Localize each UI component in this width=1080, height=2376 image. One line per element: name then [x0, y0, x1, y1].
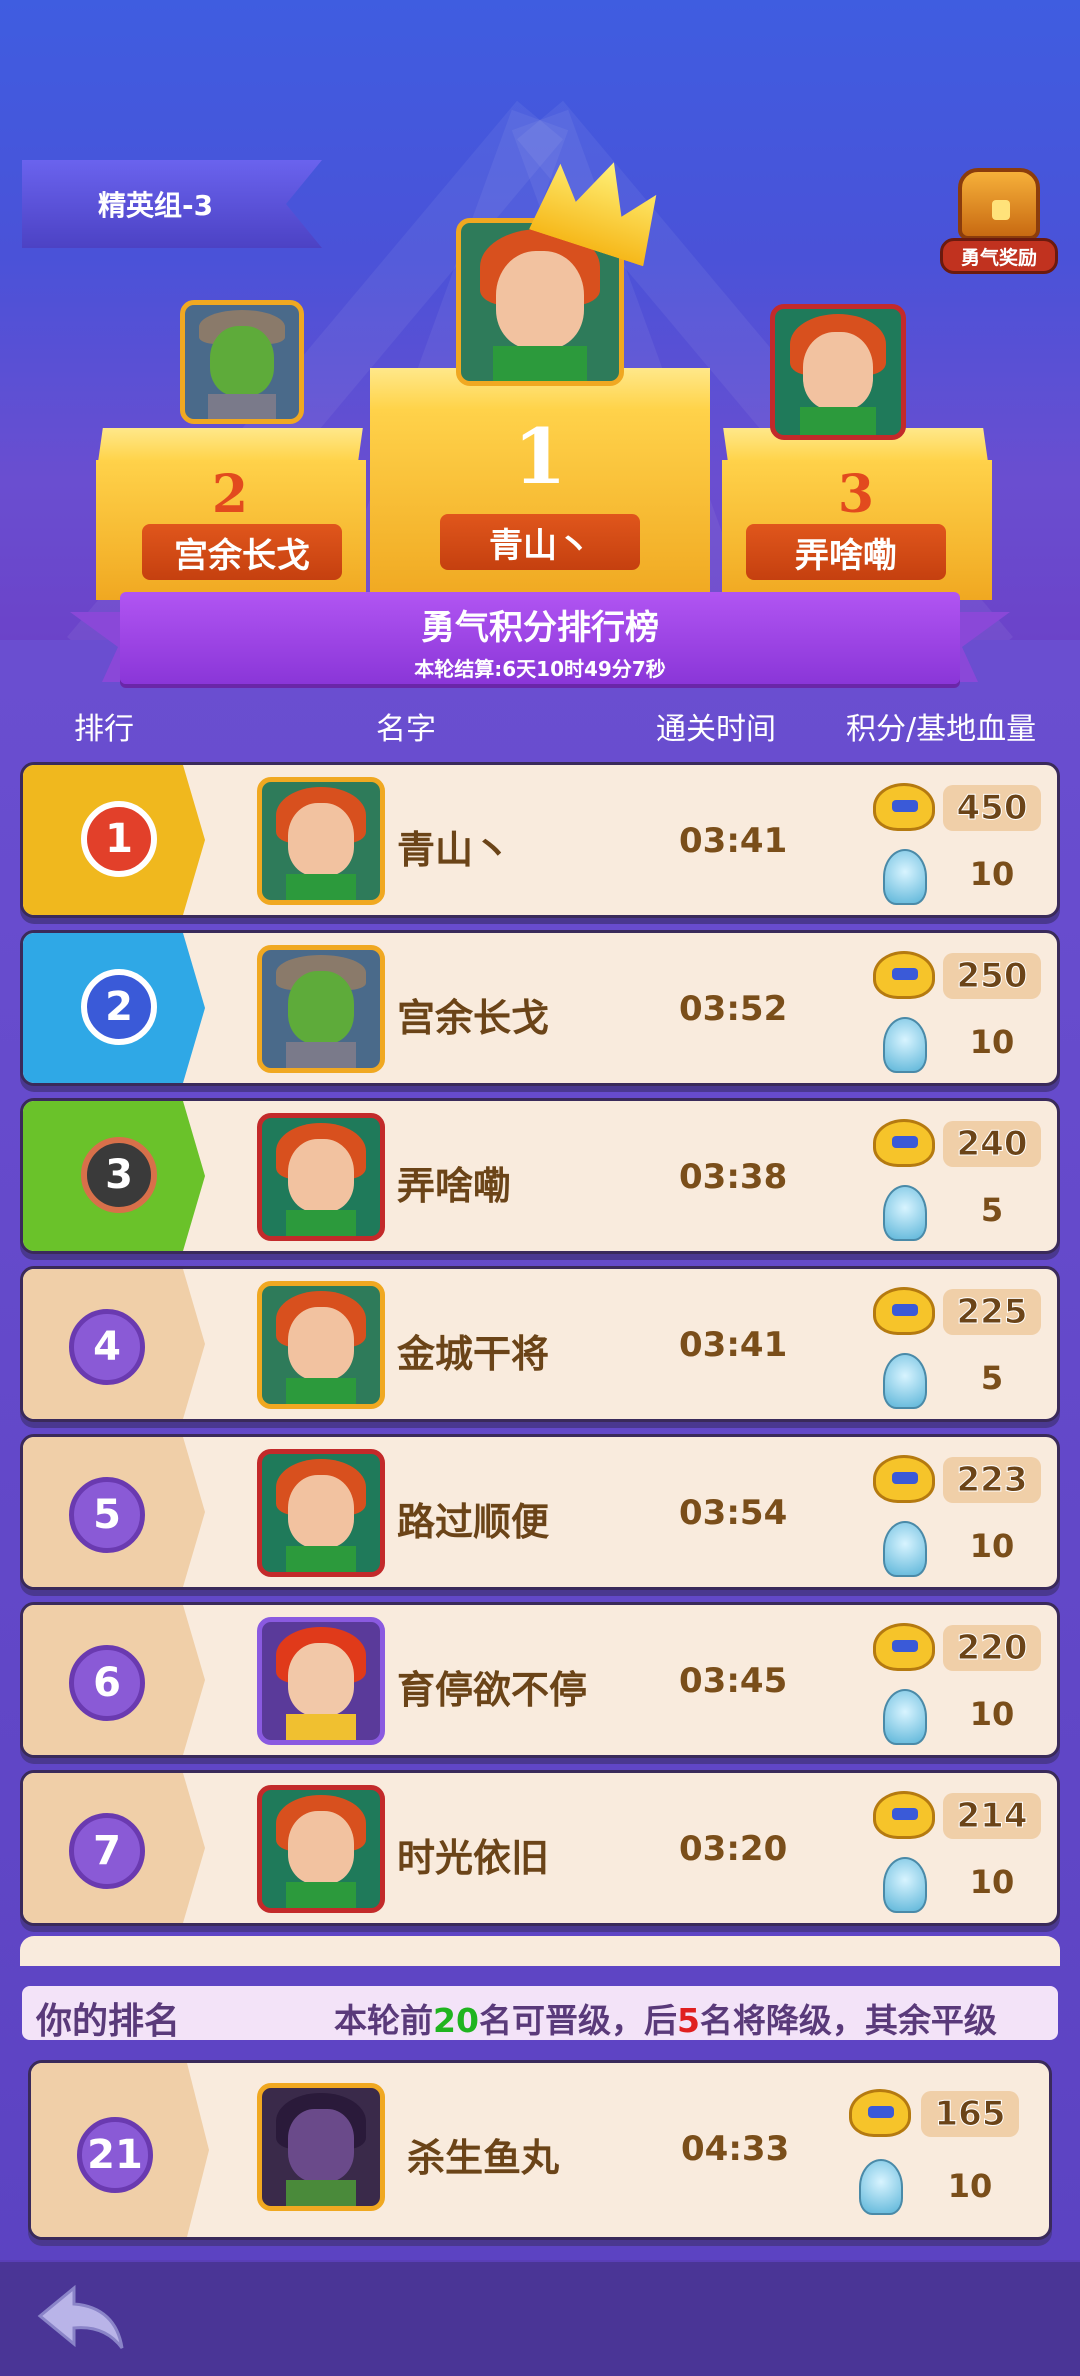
base-hp-value: 5: [980, 1359, 1004, 1397]
player-avatar[interactable]: [257, 1617, 385, 1745]
clear-time: 03:41: [679, 1325, 788, 1365]
table-row[interactable]: 3 弄啥嘞 03:38 240 5: [20, 1098, 1060, 1254]
score-value: 165: [921, 2091, 1019, 2137]
score-value: 240: [943, 1121, 1041, 1167]
base-crystal-icon: [883, 1185, 927, 1241]
back-arrow-icon: [37, 2284, 124, 2349]
trophy-points-icon: [873, 1623, 935, 1671]
bronze-medal-icon: 3: [81, 1137, 157, 1213]
countdown-text: 本轮结算:6天10时49分7秒: [414, 657, 666, 681]
leaderboard-title: 勇气积分排行榜: [421, 608, 659, 648]
player-name: 杀生鱼丸: [407, 2136, 560, 2180]
base-crystal-icon: [883, 1521, 927, 1577]
base-hp-value: 10: [947, 2167, 993, 2205]
score-value: 225: [943, 1289, 1041, 1335]
score-value: 250: [943, 953, 1041, 999]
podium-rank-3: 3: [837, 464, 875, 525]
table-row[interactable]: 6 育停欲不停 03:45 220 10: [20, 1602, 1060, 1758]
reward-button[interactable]: 勇气奖励: [940, 160, 1058, 280]
trophy-points-icon: [873, 1119, 935, 1167]
trophy-points-icon: [873, 1287, 935, 1335]
reward-label: 勇气奖励: [940, 238, 1058, 274]
clear-time: 03:45: [679, 1661, 788, 1701]
clear-time: 03:38: [679, 1157, 788, 1197]
base-hp-value: 5: [980, 1191, 1004, 1229]
rank-badge: 6: [69, 1645, 145, 1721]
table-row[interactable]: 7 时光依旧 03:20 214 10: [20, 1770, 1060, 1926]
base-crystal-icon: [883, 1689, 927, 1745]
trophy-points-icon: [873, 951, 935, 999]
base-hp-value: 10: [969, 855, 1015, 893]
player-avatar[interactable]: [257, 777, 385, 905]
score-value: 223: [943, 1457, 1041, 1503]
promotion-rule-text: 本轮前20名可晋级，后5名将降级，其余平级: [334, 2001, 997, 2040]
clear-time: 03:20: [679, 1829, 788, 1869]
player-avatar[interactable]: [257, 1113, 385, 1241]
table-row[interactable]: 2 宫余长戈 03:52 250 10: [20, 930, 1060, 1086]
rank-badge: 7: [69, 1813, 145, 1889]
trophy-points-icon: [873, 783, 935, 831]
trophy-points-icon: [873, 1455, 935, 1503]
rank-badge: 4: [69, 1309, 145, 1385]
col-header-rank: 排行: [74, 712, 134, 747]
clear-time: 03:54: [679, 1493, 788, 1533]
base-crystal-icon: [883, 1353, 927, 1409]
player-name: 弄啥嘞: [397, 1164, 512, 1208]
base-crystal-icon: [883, 1857, 927, 1913]
col-header-name: 名字: [376, 712, 436, 747]
base-hp-value: 10: [969, 1863, 1015, 1901]
silver-medal-icon: 2: [81, 969, 157, 1045]
leaderboard-title-banner: 勇气积分排行榜 本轮结算:6天10时49分7秒: [120, 592, 960, 684]
chest-icon: [958, 168, 1040, 240]
score-value: 450: [943, 785, 1041, 831]
player-name: 金城干将: [397, 1332, 550, 1376]
player-avatar[interactable]: [257, 2083, 385, 2211]
gold-medal-icon: 1: [81, 801, 157, 877]
table-row-partial[interactable]: [20, 1936, 1060, 1966]
clear-time: 03:52: [679, 989, 788, 1029]
player-avatar[interactable]: [257, 1785, 385, 1913]
podium-name-1: 青山丶: [440, 514, 640, 570]
player-avatar[interactable]: [257, 945, 385, 1073]
player-name: 宫余长戈: [397, 996, 550, 1040]
base-crystal-icon: [883, 849, 927, 905]
podium-rank-2: 2: [211, 464, 249, 525]
clear-time: 03:41: [679, 821, 788, 861]
col-header-time: 通关时间: [656, 712, 776, 747]
clear-time: 04:33: [681, 2129, 790, 2169]
player-avatar[interactable]: [257, 1449, 385, 1577]
your-rank-label: 你的排名: [36, 2001, 181, 2042]
player-name: 育停欲不停: [397, 1668, 588, 1712]
trophy-points-icon: [873, 1791, 935, 1839]
podium-rank-1: 1: [513, 412, 567, 501]
table-row[interactable]: 1 青山丶 03:41 450 10: [20, 762, 1060, 918]
podium-avatar-2[interactable]: [180, 300, 304, 424]
table-row[interactable]: 5 路过顺便 03:54 223 10: [20, 1434, 1060, 1590]
my-rank-row[interactable]: 21 杀生鱼丸 04:33 165 10: [28, 2060, 1052, 2240]
bottom-bar: [0, 2262, 1080, 2376]
table-row[interactable]: 4 金城干将 03:41 225 5: [20, 1266, 1060, 1422]
base-hp-value: 10: [969, 1023, 1015, 1061]
player-avatar[interactable]: [257, 1281, 385, 1409]
base-crystal-icon: [859, 2159, 903, 2215]
back-button[interactable]: [36, 2282, 126, 2352]
podium-name-2: 宫余长戈: [142, 524, 342, 580]
score-value: 220: [943, 1625, 1041, 1671]
group-banner: 精英组-3: [22, 160, 322, 248]
score-value: 214: [943, 1793, 1041, 1839]
base-crystal-icon: [883, 1017, 927, 1073]
player-name: 时光依旧: [397, 1836, 550, 1880]
podium-name-3: 弄啥嘞: [746, 524, 946, 580]
base-hp-value: 10: [969, 1527, 1015, 1565]
player-name: 青山丶: [397, 828, 512, 872]
rank-badge: 21: [77, 2117, 153, 2193]
rank-badge: 5: [69, 1477, 145, 1553]
col-header-score: 积分/基地血量: [846, 712, 1037, 747]
group-label: 精英组-3: [98, 189, 214, 222]
base-hp-value: 10: [969, 1695, 1015, 1733]
podium-avatar-3[interactable]: [770, 304, 906, 440]
player-name: 路过顺便: [397, 1500, 550, 1544]
trophy-points-icon: [849, 2089, 911, 2137]
